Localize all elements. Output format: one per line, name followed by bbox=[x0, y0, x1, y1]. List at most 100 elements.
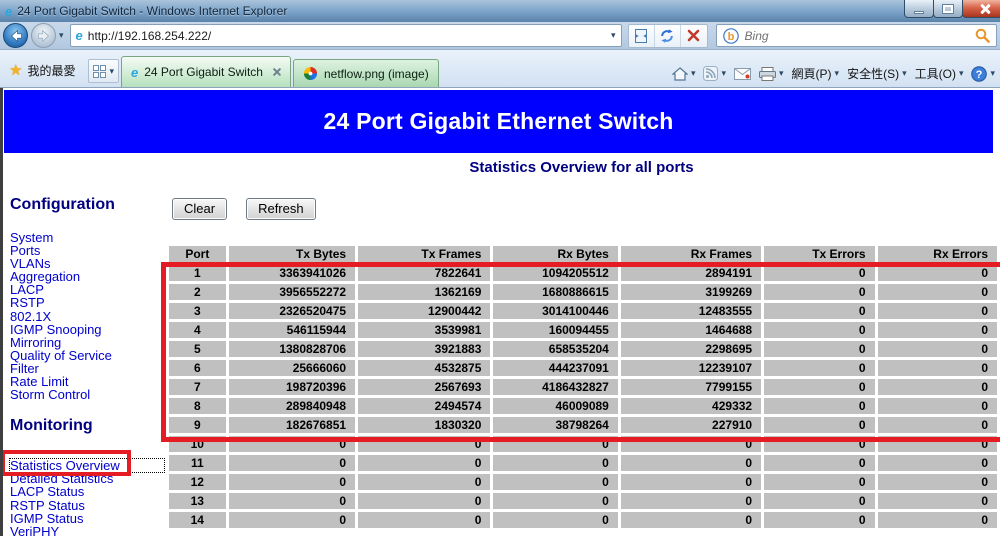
home-button[interactable]: ▾ bbox=[672, 67, 696, 81]
cell-tx-frames: 4532875 bbox=[358, 360, 490, 376]
safety-menu-button[interactable]: 安全性(S) ▾ bbox=[847, 65, 907, 82]
cell-tx-errors: 0 bbox=[764, 265, 874, 281]
cell-rx-errors: 0 bbox=[878, 455, 997, 471]
address-bar[interactable]: e http://192.168.254.222/ ▾ bbox=[70, 24, 622, 47]
cell-tx-bytes: 2326520475 bbox=[229, 303, 355, 319]
cell-tx-bytes: 25666060 bbox=[229, 360, 355, 376]
close-button[interactable] bbox=[962, 0, 1000, 18]
sidebar-link[interactable]: 802.1X bbox=[10, 310, 164, 323]
cell-rx-bytes: 38798264 bbox=[493, 417, 617, 433]
page-title: Statistics Overview for all ports bbox=[163, 159, 1000, 176]
image-viewer-icon bbox=[303, 66, 318, 81]
table-row: 8 289840948 2494574 46009089 429332 0 0 bbox=[169, 398, 997, 414]
cell-tx-bytes: 3363941026 bbox=[229, 265, 355, 281]
compatibility-view-button[interactable] bbox=[629, 25, 655, 47]
sidebar-link[interactable]: IGMP Snooping bbox=[10, 323, 164, 336]
column-header: Rx Bytes bbox=[493, 246, 617, 262]
window-title: 24 Port Gigabit Switch - Windows Interne… bbox=[17, 4, 287, 18]
quick-tabs-button[interactable]: ▾ bbox=[88, 59, 119, 83]
address-url[interactable]: http://192.168.254.222/ bbox=[88, 29, 606, 43]
clear-button[interactable]: Clear bbox=[172, 198, 227, 220]
cell-rx-bytes: 0 bbox=[493, 474, 617, 490]
quick-tabs-dropdown-icon[interactable]: ▾ bbox=[109, 67, 114, 76]
maximize-button[interactable] bbox=[933, 0, 963, 18]
cell-rx-errors: 0 bbox=[878, 436, 997, 452]
read-mail-button[interactable] bbox=[734, 68, 751, 80]
cell-tx-errors: 0 bbox=[764, 341, 874, 357]
cell-port: 8 bbox=[169, 398, 226, 414]
navigation-bar: ▾ e http://192.168.254.222/ ▾ b Bing bbox=[0, 22, 1000, 50]
search-placeholder[interactable]: Bing bbox=[745, 29, 969, 43]
tab-netflow-image[interactable]: netflow.png (image) bbox=[293, 59, 439, 87]
tab-switch-page[interactable]: e 24 Port Gigabit Switch bbox=[121, 56, 291, 87]
cell-rx-errors: 0 bbox=[878, 493, 997, 509]
cell-rx-frames: 0 bbox=[621, 512, 761, 528]
column-header: Tx Errors bbox=[764, 246, 874, 262]
table-header-row: PortTx BytesTx FramesRx BytesRx FramesTx… bbox=[169, 246, 997, 262]
address-dropdown-icon[interactable]: ▾ bbox=[611, 31, 616, 40]
help-dropdown-icon[interactable]: ▾ bbox=[990, 69, 995, 78]
refresh-button-page[interactable]: Refresh bbox=[246, 198, 316, 220]
home-icon bbox=[672, 67, 688, 81]
refresh-icon bbox=[659, 28, 675, 44]
table-row: 9 182676851 1830320 38798264 227910 0 0 bbox=[169, 417, 997, 433]
page-menu-button[interactable]: 網頁(P) ▾ bbox=[792, 65, 840, 82]
cell-tx-bytes: 0 bbox=[229, 493, 355, 509]
safety-menu-label: 安全性(S) bbox=[847, 65, 899, 82]
sidebar-link[interactable]: Mirroring bbox=[10, 336, 164, 349]
sidebar-link[interactable]: Quality of Service bbox=[10, 349, 164, 362]
print-dropdown-icon[interactable]: ▾ bbox=[779, 69, 784, 78]
sidebar-link[interactable]: RSTP Status bbox=[10, 499, 164, 512]
cell-rx-frames: 0 bbox=[621, 436, 761, 452]
cell-port: 6 bbox=[169, 360, 226, 376]
cell-tx-errors: 0 bbox=[764, 417, 874, 433]
print-button[interactable]: ▾ bbox=[759, 67, 784, 81]
stop-button[interactable] bbox=[681, 25, 707, 47]
feeds-dropdown-icon[interactable]: ▾ bbox=[721, 69, 726, 78]
address-toolstrip bbox=[628, 24, 708, 48]
cell-tx-errors: 0 bbox=[764, 303, 874, 319]
tab-close-icon[interactable] bbox=[273, 68, 281, 76]
favorites-button[interactable]: ★ 我的最愛 bbox=[2, 55, 82, 85]
cell-tx-bytes: 3956552272 bbox=[229, 284, 355, 300]
back-button[interactable] bbox=[3, 23, 28, 48]
sidebar-link[interactable]: IGMP Status bbox=[10, 512, 164, 525]
sidebar-link[interactable]: RSTP bbox=[10, 296, 164, 309]
cell-tx-errors: 0 bbox=[764, 379, 874, 395]
ie-logo-icon: e bbox=[5, 5, 12, 18]
help-button[interactable]: ? ▾ bbox=[971, 66, 995, 82]
bing-logo-icon: b bbox=[723, 28, 739, 44]
sidebar-link[interactable]: Storm Control bbox=[10, 388, 164, 401]
recent-pages-dropdown[interactable]: ▾ bbox=[59, 31, 64, 40]
cell-port: 7 bbox=[169, 379, 226, 395]
cell-tx-frames: 12900442 bbox=[358, 303, 490, 319]
tools-menu-button[interactable]: 工具(O) ▾ bbox=[915, 65, 964, 82]
quick-tabs-icon bbox=[93, 65, 106, 78]
cell-port: 10 bbox=[169, 436, 226, 452]
minimize-button[interactable] bbox=[904, 0, 934, 18]
stop-icon bbox=[687, 29, 700, 42]
search-box[interactable]: b Bing bbox=[716, 24, 997, 47]
forward-button[interactable] bbox=[31, 23, 56, 48]
cell-rx-bytes: 658535204 bbox=[493, 341, 617, 357]
cell-rx-bytes: 46009089 bbox=[493, 398, 617, 414]
sidebar-link[interactable]: LACP Status bbox=[10, 485, 164, 498]
cell-rx-bytes: 1680886615 bbox=[493, 284, 617, 300]
feeds-button[interactable]: ▾ bbox=[703, 66, 726, 81]
cell-port: 13 bbox=[169, 493, 226, 509]
cell-rx-bytes: 0 bbox=[493, 493, 617, 509]
rss-icon bbox=[703, 66, 718, 81]
table-row: 11 0 0 0 0 0 0 bbox=[169, 455, 997, 471]
cell-port: 4 bbox=[169, 322, 226, 338]
tab-label: netflow.png (image) bbox=[324, 67, 429, 81]
cell-tx-errors: 0 bbox=[764, 455, 874, 471]
refresh-button[interactable] bbox=[655, 25, 681, 47]
sidebar-link[interactable]: VeriPHY bbox=[10, 525, 164, 536]
search-icon[interactable] bbox=[975, 28, 990, 43]
cell-rx-errors: 0 bbox=[878, 417, 997, 433]
cell-tx-frames: 3921883 bbox=[358, 341, 490, 357]
table-row: 14 0 0 0 0 0 0 bbox=[169, 512, 997, 528]
statistics-table: PortTx BytesTx FramesRx BytesRx FramesTx… bbox=[166, 243, 1000, 531]
home-dropdown-icon[interactable]: ▾ bbox=[691, 69, 696, 78]
cell-tx-bytes: 0 bbox=[229, 436, 355, 452]
